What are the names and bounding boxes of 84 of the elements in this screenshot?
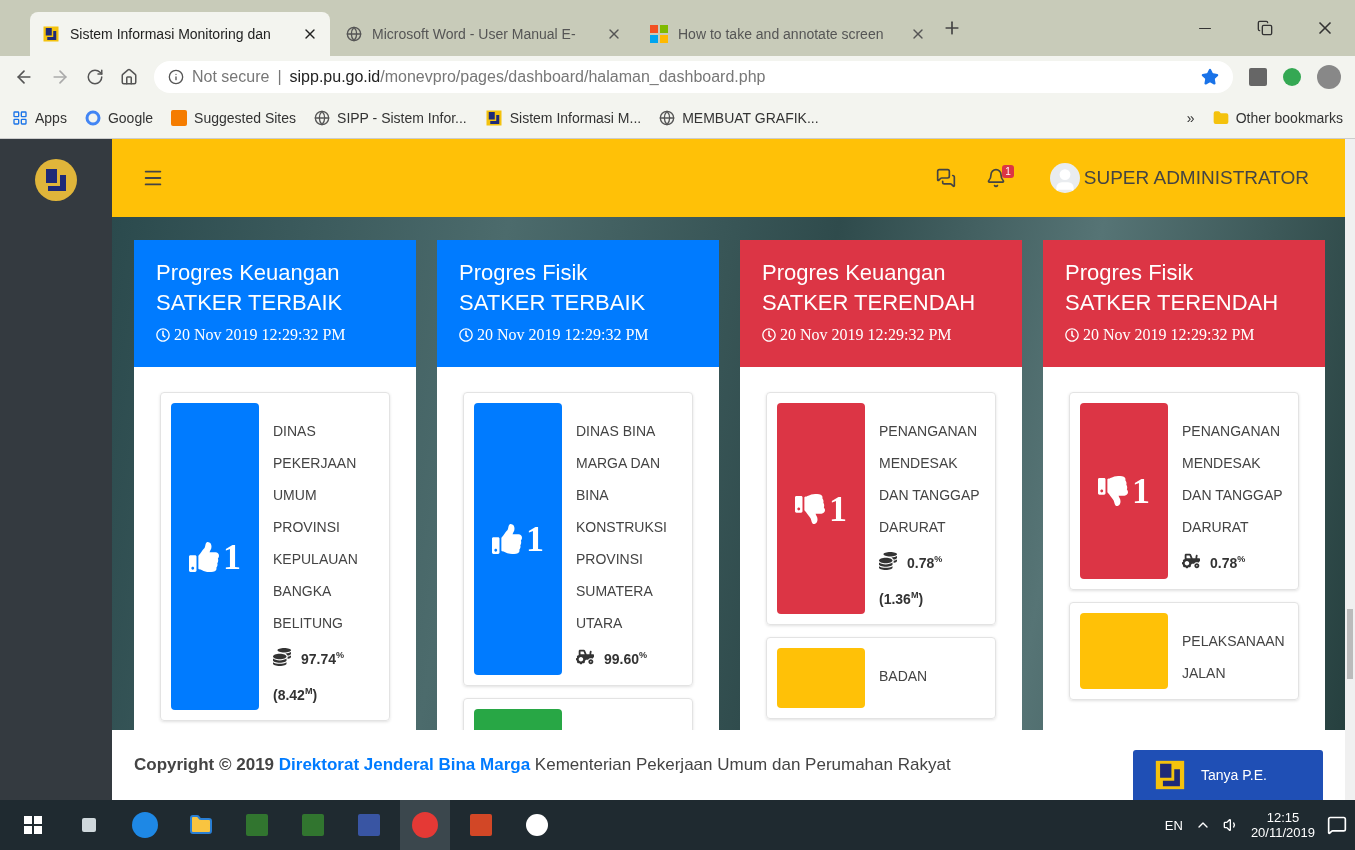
browser-tab[interactable]: Microsoft Word - User Manual E- xyxy=(334,12,634,56)
coins-icon xyxy=(879,551,897,570)
card-subtitle: SATKER TERENDAH xyxy=(762,289,977,317)
minimize-icon xyxy=(1199,27,1211,29)
suggested-icon xyxy=(171,110,188,126)
chat-button[interactable] xyxy=(936,168,957,188)
browser-tab[interactable]: Sistem Informasi Monitoring dan xyxy=(30,12,330,56)
logo-icon xyxy=(484,109,503,127)
bookmark-link[interactable]: Suggested Sites xyxy=(171,110,297,126)
clock-icon xyxy=(1065,328,1079,342)
budget-amount: (8.42$^{M}$) xyxy=(273,684,319,705)
rank-number: 1 xyxy=(829,487,847,530)
profile-avatar[interactable] xyxy=(1317,65,1341,89)
tractor-icon xyxy=(576,647,594,666)
unit-name: BADAN xyxy=(879,667,929,687)
progress-value: 97.74$^{%}$ xyxy=(273,639,377,675)
tractor-icon xyxy=(1182,551,1200,570)
card-title: Progres Fisik xyxy=(459,259,589,287)
bookmark-link[interactable]: MEMBUAT GRAFIK... xyxy=(659,110,819,126)
clock-icon xyxy=(459,328,473,342)
browser-tab[interactable]: How to take and annotate screen xyxy=(638,12,938,56)
rank-number: 1 xyxy=(1132,469,1150,512)
restore-icon xyxy=(1257,20,1273,36)
card-timestamp: 20 Nov 2019 12:29:32 PM xyxy=(477,326,649,344)
google-icon xyxy=(84,110,101,126)
unit-name: PENANGANAN MENDESAK DAN TANGGAP DARURAT xyxy=(1182,422,1284,537)
logo-icon xyxy=(35,159,77,201)
bookmarks-overflow[interactable]: » xyxy=(1186,110,1195,126)
notification-badge: 1 xyxy=(1002,164,1014,178)
avatar-icon xyxy=(1049,163,1080,193)
notification-icon[interactable] xyxy=(1327,815,1347,835)
folder-icon xyxy=(1212,110,1229,126)
home-icon[interactable] xyxy=(120,68,138,86)
thumbs-up-icon xyxy=(189,541,219,572)
bookmark-link[interactable]: Google xyxy=(84,110,154,126)
logo-icon xyxy=(1153,758,1187,792)
bookmark-link[interactable]: Sistem Informasi M... xyxy=(484,109,642,127)
unit-name: DINAS PEKERJAAN UMUM PROVINSI KEPULAUAN BANGKA BELITUNG xyxy=(273,422,359,633)
chat-button[interactable]: Tanya P.E. xyxy=(1133,750,1323,800)
progress-value: 99.60$^{%}$ xyxy=(576,639,680,675)
notification-button[interactable] xyxy=(986,168,1007,188)
reload-icon[interactable] xyxy=(86,68,104,86)
scrollbar[interactable] xyxy=(1345,139,1355,800)
star-icon[interactable] xyxy=(1201,68,1219,86)
unit-name: DINAS BINA MARGA DAN BINA KONSTRUKSI PROVINSI SUMATERA UTARA xyxy=(576,422,668,633)
budget-amount: (1.36$^{M}$) xyxy=(879,588,925,609)
info-icon xyxy=(168,69,184,85)
user-menu[interactable]: SUPER ADMINISTRATOR xyxy=(1043,162,1315,194)
card-title: Progres Keuangan xyxy=(156,259,341,287)
extension-icon[interactable] xyxy=(1283,68,1301,86)
thumbs-down-icon xyxy=(795,493,825,524)
thumbs-down-icon xyxy=(1098,475,1128,506)
unit-name: PELAKSANAAN JALAN xyxy=(1182,631,1286,683)
clock-icon xyxy=(156,328,170,342)
clock-icon xyxy=(762,328,776,342)
grid-icon xyxy=(12,110,28,126)
bookmark-link[interactable]: Apps xyxy=(12,110,67,126)
card-timestamp: 20 Nov 2019 12:29:32 PM xyxy=(780,326,952,344)
language-indicator[interactable]: EN xyxy=(1164,817,1183,833)
thumbs-up-icon xyxy=(492,523,522,554)
rank-number: 1 xyxy=(526,517,544,560)
progress-value: 0.78$^{%}$ xyxy=(1182,543,1286,579)
card-title: Progres Keuangan xyxy=(762,259,947,287)
logo-icon xyxy=(42,25,60,43)
card-title: Progres Fisik xyxy=(1065,259,1195,287)
rank-number: 1 xyxy=(223,535,241,578)
squares-icon xyxy=(650,25,668,43)
progress-value: 0.78$^{%}$ xyxy=(879,543,983,579)
clock[interactable]: 12:15 20/11/2019 xyxy=(1250,810,1315,840)
bookmark-folder[interactable]: Other bookmarks xyxy=(1212,110,1343,126)
copyright-text: Copyright © 2019 Direktorat Jenderal Bina Marga Kementerian Pekerjaan Umum dan Perumahan Rakyat xyxy=(134,755,951,775)
globe-icon xyxy=(314,110,331,126)
globe-icon xyxy=(346,26,362,42)
card-subtitle: SATKER TERBAIK xyxy=(459,289,647,317)
card-timestamp: 20 Nov 2019 12:29:32 PM xyxy=(1083,326,1255,344)
unit-name: PENANGANAN MENDESAK DAN TANGGAP DARURAT xyxy=(879,422,981,537)
address-bar[interactable]: Not secure | sipp.pu.go.id/monevpro/pages/dashboard/halaman_dashboard.php xyxy=(154,61,1233,93)
windows-icon xyxy=(24,816,42,834)
card-subtitle: SATKER TERBAIK xyxy=(156,289,344,317)
bookmark-link[interactable]: SIPP - Sistem Infor... xyxy=(314,110,467,126)
coins-icon xyxy=(273,647,291,666)
globe-icon xyxy=(659,110,676,126)
card-timestamp: 20 Nov 2019 12:29:32 PM xyxy=(174,326,346,344)
card-subtitle: SATKER TERENDAH xyxy=(1065,289,1280,317)
